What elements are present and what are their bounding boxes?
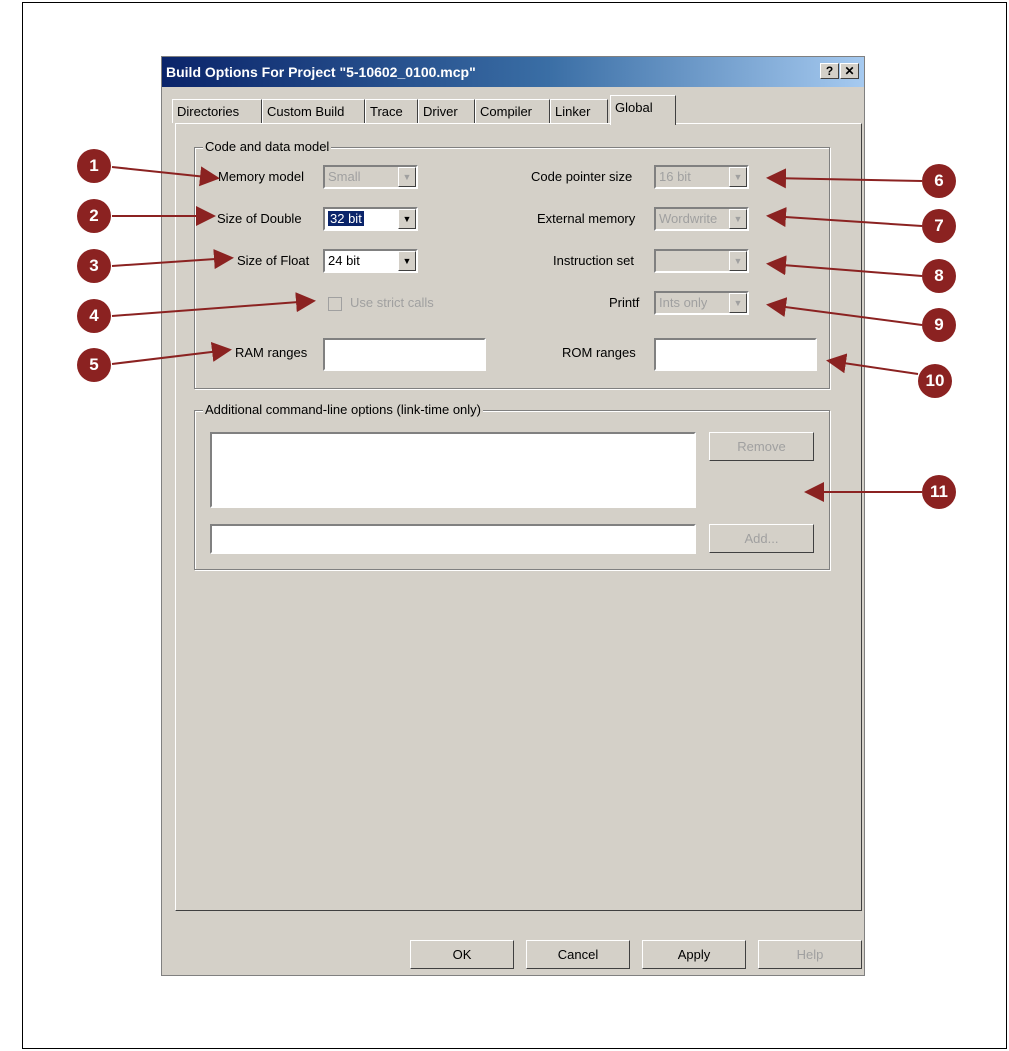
- arrow-4: [111, 292, 316, 317]
- callout-2: 2: [77, 199, 111, 233]
- callout-7: 7: [922, 209, 956, 243]
- arrow-10: [826, 353, 919, 375]
- callout-3: 3: [77, 249, 111, 283]
- callout-1: 1: [77, 149, 111, 183]
- callout-10: 10: [918, 364, 952, 398]
- callout-4: 4: [77, 299, 111, 333]
- arrow-7: [766, 207, 923, 228]
- callout-9: 9: [922, 308, 956, 342]
- arrow-3: [111, 249, 234, 270]
- callout-arrows: [111, 166, 923, 502]
- arrow-6: [766, 168, 923, 189]
- callout-6: 6: [922, 164, 956, 198]
- callout-8: 8: [922, 259, 956, 293]
- callout-5: 5: [77, 348, 111, 382]
- tab-global[interactable]: Global: [610, 95, 676, 125]
- arrow-5: [111, 341, 232, 365]
- arrow-1: [111, 166, 220, 187]
- arrow-9: [766, 297, 923, 326]
- arrow-8: [766, 255, 923, 277]
- callout-11: 11: [922, 475, 956, 509]
